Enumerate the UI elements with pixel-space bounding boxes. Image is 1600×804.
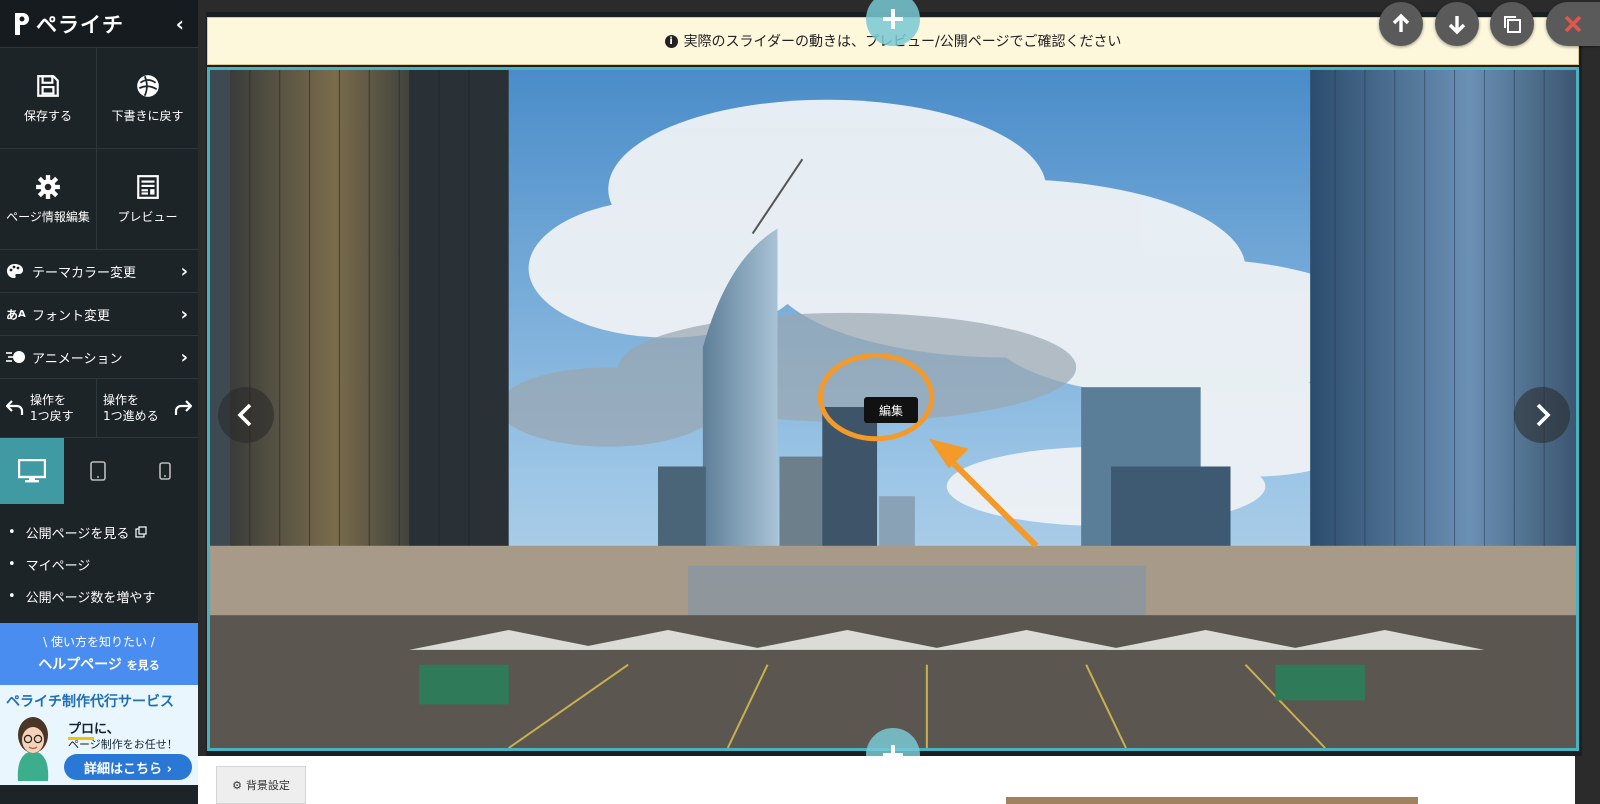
font-label: フォント変更 — [32, 308, 111, 324]
slider-prev-button[interactable] — [218, 387, 274, 443]
ad-line2: ページ制作をお任せ！ — [68, 738, 178, 751]
chevron-right-icon: › — [180, 260, 188, 282]
sidebar: ペライチ ‹ 保存する 下書きに戻す ページ情報編集 プレビュー テーマカラー変… — [0, 0, 198, 804]
chevron-right-icon: › — [180, 303, 188, 325]
background-settings-button[interactable]: ⚙ 背景設定 — [216, 766, 306, 804]
next-section-image — [1006, 797, 1418, 804]
increase-pages-label: 公開ページ数を増やす — [25, 590, 156, 606]
font-menu[interactable]: あA フォント変更 › — [0, 293, 198, 336]
chevron-right-icon — [1536, 403, 1551, 427]
brand-logo-icon — [15, 12, 29, 35]
revert-draft-button[interactable]: 下書きに戻す — [97, 48, 198, 149]
redo-button[interactable]: 操作を 1つ進める — [97, 379, 198, 437]
sidebar-links: 公開ページを見る マイページ 公開ページ数を増やす — [0, 504, 198, 618]
history-controls: 操作を 1つ戻す 操作を 1つ進める — [0, 379, 198, 438]
help-suffix: を見る — [126, 659, 160, 672]
info-icon: i — [664, 34, 678, 48]
theme-color-menu[interactable]: テーマカラー変更 › — [0, 250, 198, 293]
save-icon — [37, 74, 59, 97]
mobile-view-button[interactable] — [131, 438, 198, 504]
sidebar-header: ペライチ ‹ — [0, 0, 198, 48]
undo-icon — [6, 400, 24, 415]
edit-button[interactable]: 編集 — [864, 397, 918, 423]
device-switcher — [0, 438, 198, 504]
redo-icon — [174, 400, 192, 415]
palette-icon — [6, 262, 28, 280]
undo-button[interactable]: 操作を 1つ戻す — [0, 379, 97, 437]
delete-section-button[interactable] — [1546, 2, 1600, 46]
arrow-up-icon — [1392, 13, 1410, 32]
ad-line1-rest: に、 — [94, 722, 120, 737]
animation-menu[interactable]: アニメーション › — [0, 336, 198, 379]
page-info-edit-button[interactable]: ページ情報編集 — [0, 149, 97, 250]
redo-line2: 1つ進める — [103, 409, 159, 423]
mobile-icon — [158, 462, 171, 480]
preview-label: プレビュー — [117, 209, 178, 224]
close-icon — [1564, 15, 1582, 33]
font-icon: あA — [6, 307, 26, 322]
increase-pages-link[interactable]: 公開ページ数を増やす — [8, 580, 198, 612]
my-page-link[interactable]: マイページ — [8, 548, 198, 580]
chevron-left-icon — [237, 403, 252, 427]
slider-next-button[interactable] — [1514, 387, 1570, 443]
revert-draft-icon — [136, 74, 159, 97]
redo-line1: 操作を — [103, 393, 140, 407]
desktop-view-button[interactable] — [0, 438, 64, 504]
plus-icon — [883, 9, 903, 29]
save-label: 保存する — [23, 108, 72, 123]
brand-logo[interactable]: ペライチ — [12, 9, 124, 39]
preview-button[interactable]: プレビュー — [97, 149, 198, 250]
desktop-icon — [18, 459, 46, 483]
brand-name: ペライチ — [36, 12, 124, 37]
preview-icon — [136, 174, 159, 199]
external-link-icon — [135, 526, 148, 538]
animation-icon — [6, 348, 28, 366]
gear-icon: ⚙ — [232, 778, 242, 792]
arrow-down-icon — [1448, 16, 1466, 35]
tablet-icon — [89, 461, 106, 481]
ad-details-button[interactable]: 詳細はこちら › — [64, 754, 192, 780]
tablet-view-button[interactable] — [64, 438, 131, 504]
help-main-text: ヘルプページ — [38, 657, 122, 673]
animation-label: アニメーション — [32, 351, 123, 367]
ad-person-illustration — [17, 717, 49, 781]
help-title: ヘルプページ を見る — [0, 650, 198, 674]
collapse-sidebar-icon[interactable]: ‹ — [176, 12, 184, 36]
duplicate-section-button[interactable] — [1490, 2, 1534, 46]
theme-color-label: テーマカラー変更 — [32, 265, 137, 281]
view-public-page-label: 公開ページを見る — [25, 526, 130, 542]
undo-line1: 操作を — [30, 393, 67, 407]
chevron-right-icon: › — [180, 346, 188, 368]
help-page-banner[interactable]: \ 使い方を知りたい / ヘルプページ を見る — [0, 623, 198, 685]
save-button[interactable]: 保存する — [0, 48, 97, 149]
ad-title: ペライチ制作代行サービス — [6, 694, 174, 710]
my-page-label: マイページ — [25, 558, 91, 574]
copy-icon — [1504, 16, 1521, 33]
ad-line1: プロに、 — [68, 718, 120, 740]
page-info-edit-label: ページ情報編集 — [6, 209, 90, 224]
move-section-up-button[interactable] — [1379, 2, 1423, 46]
production-service-ad: ペライチ制作代行サービス プロに、 ページ制作をお任せ！ 詳細はこちら › — [0, 685, 198, 785]
gear-icon — [36, 174, 60, 199]
undo-line2: 1つ戻す — [30, 409, 74, 423]
move-section-down-button[interactable] — [1435, 2, 1479, 46]
help-subtitle: \ 使い方を知りたい / — [43, 635, 155, 649]
revert-draft-label: 下書きに戻す — [111, 108, 184, 123]
action-tiles: 保存する 下書きに戻す ページ情報編集 プレビュー — [0, 48, 198, 250]
view-public-page-link[interactable]: 公開ページを見る — [8, 516, 198, 548]
background-settings-label: 背景設定 — [245, 779, 290, 792]
